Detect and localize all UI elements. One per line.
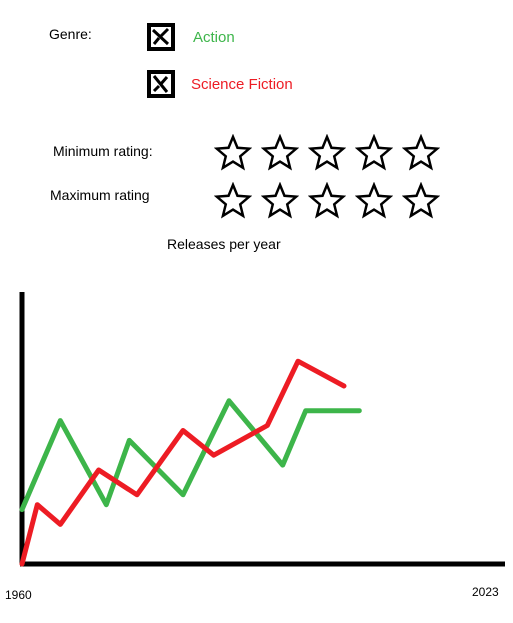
action-checkbox[interactable] [147, 23, 175, 51]
science-fiction-label[interactable]: Science Fiction [191, 76, 293, 93]
max-rating-star-icon-5[interactable] [402, 182, 440, 220]
action-label[interactable]: Action [193, 29, 235, 46]
maximum-rating-label: Maximum rating [50, 187, 150, 203]
max-rating-star-icon-1[interactable] [214, 182, 252, 220]
series-line-action [19, 398, 362, 513]
check-x-icon [151, 27, 170, 46]
releases-line-chart [19, 292, 505, 567]
x-axis-start-label: 1960 [5, 588, 32, 602]
min-rating-star-icon-5[interactable] [402, 134, 440, 172]
max-rating-star-icon-4[interactable] [355, 182, 393, 220]
min-rating-star-icon-2[interactable] [261, 134, 299, 172]
science-fiction-checkbox[interactable] [147, 70, 175, 98]
min-rating-star-icon-3[interactable] [308, 134, 346, 172]
chart-title: Releases per year [167, 236, 281, 252]
maximum-rating-stars[interactable] [214, 182, 440, 220]
genre-label: Genre: [49, 26, 92, 42]
min-rating-star-icon-4[interactable] [355, 134, 393, 172]
x-axis-end-label: 2023 [472, 585, 499, 599]
max-rating-star-icon-3[interactable] [308, 182, 346, 220]
series-line-science-fiction [19, 358, 347, 567]
check-x-icon [152, 75, 169, 93]
minimum-rating-stars[interactable] [214, 134, 440, 172]
min-rating-star-icon-1[interactable] [214, 134, 252, 172]
minimum-rating-label: Minimum rating: [53, 143, 153, 159]
max-rating-star-icon-2[interactable] [261, 182, 299, 220]
